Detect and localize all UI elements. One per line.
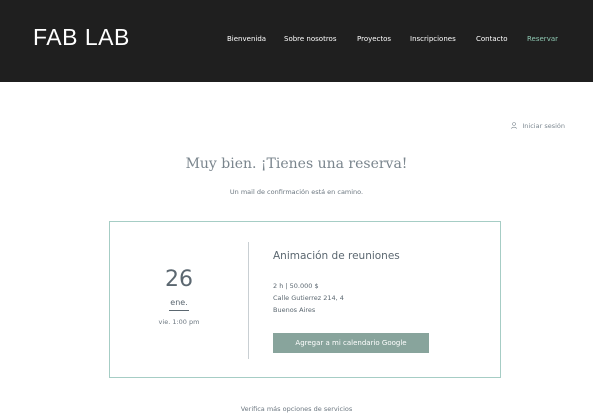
person-icon: [511, 122, 518, 131]
nav-item-reservar[interactable]: Reservar: [527, 35, 558, 43]
booking-card: 26 ene. vie. 1:00 pm Animación de reunio…: [109, 221, 501, 378]
nav-item-sobre-nosotros[interactable]: Sobre nosotros: [284, 35, 336, 43]
confirmation-title: Muy bien. ¡Tienes una reserva!: [185, 156, 408, 172]
booking-weekday-time: vie. 1:00 pm: [158, 318, 200, 326]
booking-date: 26 ene. vie. 1:00 pm: [110, 222, 248, 379]
more-services-link[interactable]: Verifica más opciones de servicios: [0, 405, 593, 413]
month-underline: [169, 310, 189, 311]
booking-day: 26: [165, 267, 193, 292]
address-line1: Calle Gutierrez 214, 4: [273, 294, 344, 302]
login-label: Iniciar sesión: [522, 122, 565, 130]
card-divider: [248, 242, 249, 359]
booking-month: ene.: [170, 298, 188, 307]
nav-item-contacto[interactable]: Contacto: [476, 35, 508, 43]
duration-price: 2 h | 50.000 $: [273, 282, 319, 290]
nav-item-bienvenida[interactable]: Bienvenida: [227, 35, 266, 43]
service-name: Animación de reuniones: [273, 250, 400, 262]
address-line2: Buenos Aires: [273, 306, 316, 314]
add-to-google-calendar-button[interactable]: Agregar a mi calendario Google: [273, 333, 429, 353]
main-nav: Bienvenida Sobre nosotros Proyectos Insc…: [0, 35, 593, 49]
confirmation-subtitle: Un mail de confirmación está en camino.: [229, 188, 364, 196]
nav-item-proyectos[interactable]: Proyectos: [357, 35, 391, 43]
login-link[interactable]: Iniciar sesión: [511, 122, 565, 131]
nav-item-inscripciones[interactable]: Inscripciones: [410, 35, 456, 43]
site-header: FAB LAB Bienvenida Sobre nosotros Proyec…: [0, 0, 593, 82]
